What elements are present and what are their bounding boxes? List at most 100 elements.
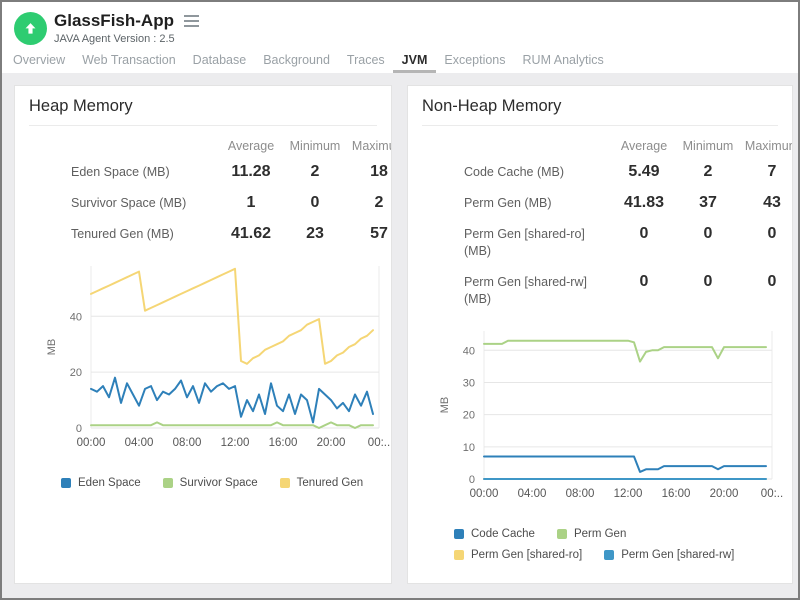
title-block: GlassFish-App JAVA Agent Version : 2.5 (54, 11, 201, 45)
x-tick-label: 16:00 (662, 488, 691, 500)
panel-title: Non-Heap Memory (422, 97, 778, 126)
legend-item[interactable]: Eden Space (61, 477, 141, 489)
stats-table: AverageMinimumMaximumCode Cache (MB)5.49… (408, 139, 793, 308)
x-tick-label: 16:00 (269, 437, 298, 449)
metric-value: 0 (612, 225, 676, 243)
series-line-eden-space (91, 378, 373, 423)
metric-label: Perm Gen [shared-rw] (MB) (408, 274, 612, 308)
metric-value: 18 (347, 163, 392, 181)
app-window: GlassFish-App JAVA Agent Version : 2.5 O… (0, 0, 800, 600)
column-header: Minimum (676, 139, 740, 153)
metric-value: 11.28 (219, 163, 283, 181)
menu-icon[interactable] (182, 13, 201, 29)
legend-label: Perm Gen (574, 528, 626, 540)
x-tick-label: 00:.. (761, 488, 783, 500)
y-tick-label: 0 (469, 474, 475, 486)
metric-value: 0 (740, 273, 793, 291)
heap-memory-chart: 0204000:0004:0008:0012:0016:0020:0000:..… (39, 256, 391, 473)
x-tick-label: 20:00 (317, 437, 346, 449)
metric-value: 41.62 (219, 225, 283, 243)
table-row: Perm Gen [shared-ro] (MB)000 (408, 225, 793, 260)
legend-row: Eden Space Survivor Space Tenured Gen (61, 477, 391, 489)
y-tick-label: 20 (463, 409, 475, 421)
app-title: GlassFish-App (54, 11, 174, 31)
x-tick-label: 12:00 (221, 437, 250, 449)
metric-value: 37 (676, 194, 740, 212)
column-header: Average (219, 139, 283, 153)
line-chart-canvas: 01020304000:0004:0008:0012:0016:0020:000… (432, 321, 792, 519)
metric-value: 41.83 (612, 194, 676, 212)
table-row: Eden Space (MB)11.28218 (15, 163, 392, 181)
x-tick-label: 04:00 (125, 437, 154, 449)
legend-label: Perm Gen [shared-ro] (471, 549, 582, 561)
legend-item[interactable]: Perm Gen [shared-rw] (604, 549, 734, 561)
x-tick-label: 12:00 (614, 488, 643, 500)
x-tick-label: 00:00 (77, 437, 106, 449)
x-tick-label: 00:.. (368, 437, 390, 449)
panel-title: Heap Memory (29, 97, 377, 126)
panel-heap-memory: Heap Memory AverageMinimumMaximum Eden Sp… (14, 85, 392, 584)
metric-value: 7 (740, 163, 793, 181)
legend-label: Tenured Gen (297, 477, 364, 489)
metric-value: 0 (283, 194, 347, 212)
stats-table: AverageMinimumMaximum Eden Space (MB)11.2… (15, 139, 392, 243)
chart-legend: Eden Space Survivor Space Tenured Gen (61, 477, 391, 489)
tab-traces[interactable]: Traces (347, 51, 385, 73)
tab-exceptions[interactable]: Exceptions (444, 51, 505, 73)
tab-jvm[interactable]: JVM (402, 51, 428, 73)
legend-row: Perm Gen [shared-ro] Perm Gen [shared-rw] (454, 549, 792, 561)
line-chart-canvas: 0204000:0004:0008:0012:0016:0020:0000:..… (39, 256, 392, 468)
y-tick-label: 10 (463, 441, 475, 453)
metric-value: 2 (676, 163, 740, 181)
table-row: Survivor Space (MB)102 (15, 194, 392, 212)
tab-web-transaction[interactable]: Web Transaction (82, 51, 176, 73)
table-row: Perm Gen (MB)41.833743 (408, 194, 793, 212)
legend-swatch-icon (454, 550, 464, 560)
column-header: Maximum (740, 139, 793, 153)
metric-value: 0 (676, 225, 740, 243)
legend-item[interactable]: Code Cache (454, 528, 535, 540)
legend-label: Eden Space (78, 477, 141, 489)
metric-label: Perm Gen [shared-ro] (MB) (408, 226, 612, 260)
series-line-perm-gen (484, 340, 766, 361)
legend-swatch-icon (61, 478, 71, 488)
column-header: Minimum (283, 139, 347, 153)
column-header: Average (612, 139, 676, 153)
x-tick-label: 20:00 (710, 488, 739, 500)
legend-item[interactable]: Tenured Gen (280, 477, 364, 489)
y-axis-title: MB (46, 339, 58, 356)
legend-item[interactable]: Perm Gen [shared-ro] (454, 549, 582, 561)
non-heap-memory-chart: 01020304000:0004:0008:0012:0016:0020:000… (432, 321, 792, 524)
metric-value: 0 (612, 273, 676, 291)
x-tick-label: 08:00 (566, 488, 595, 500)
metric-value: 2 (347, 194, 392, 212)
legend-label: Perm Gen [shared-rw] (621, 549, 734, 561)
app-status-icon (14, 12, 47, 45)
table-header-row: AverageMinimumMaximum (408, 139, 793, 153)
legend-item[interactable]: Perm Gen (557, 528, 626, 540)
legend-swatch-icon (454, 529, 464, 539)
tab-database[interactable]: Database (193, 51, 247, 73)
tab-rum-analytics[interactable]: RUM Analytics (523, 51, 604, 73)
content-area: Heap Memory AverageMinimumMaximumEden Sp… (2, 73, 798, 598)
metric-value: 1 (219, 194, 283, 212)
legend-item[interactable]: Survivor Space (163, 477, 258, 489)
tab-overview[interactable]: Overview (13, 51, 65, 73)
legend-row: Code Cache Perm Gen (454, 528, 792, 540)
legend-swatch-icon (163, 478, 173, 488)
table-header-row: AverageMinimumMaximum (15, 139, 392, 153)
metric-label: Perm Gen (MB) (408, 195, 612, 212)
legend-swatch-icon (557, 529, 567, 539)
series-line-code-cache (484, 456, 766, 471)
column-header: Maximum (347, 139, 392, 153)
y-tick-label: 30 (463, 377, 475, 389)
y-tick-label: 0 (76, 423, 82, 435)
metric-label: Tenured Gen (MB) (15, 226, 219, 243)
legend-swatch-icon (280, 478, 290, 488)
tab-background[interactable]: Background (263, 51, 330, 73)
x-tick-label: 04:00 (518, 488, 547, 500)
agent-version-label: JAVA Agent Version : 2.5 (54, 33, 201, 45)
x-tick-label: 08:00 (173, 437, 202, 449)
metric-label: Eden Space (MB) (15, 164, 219, 181)
legend-label: Code Cache (471, 528, 535, 540)
